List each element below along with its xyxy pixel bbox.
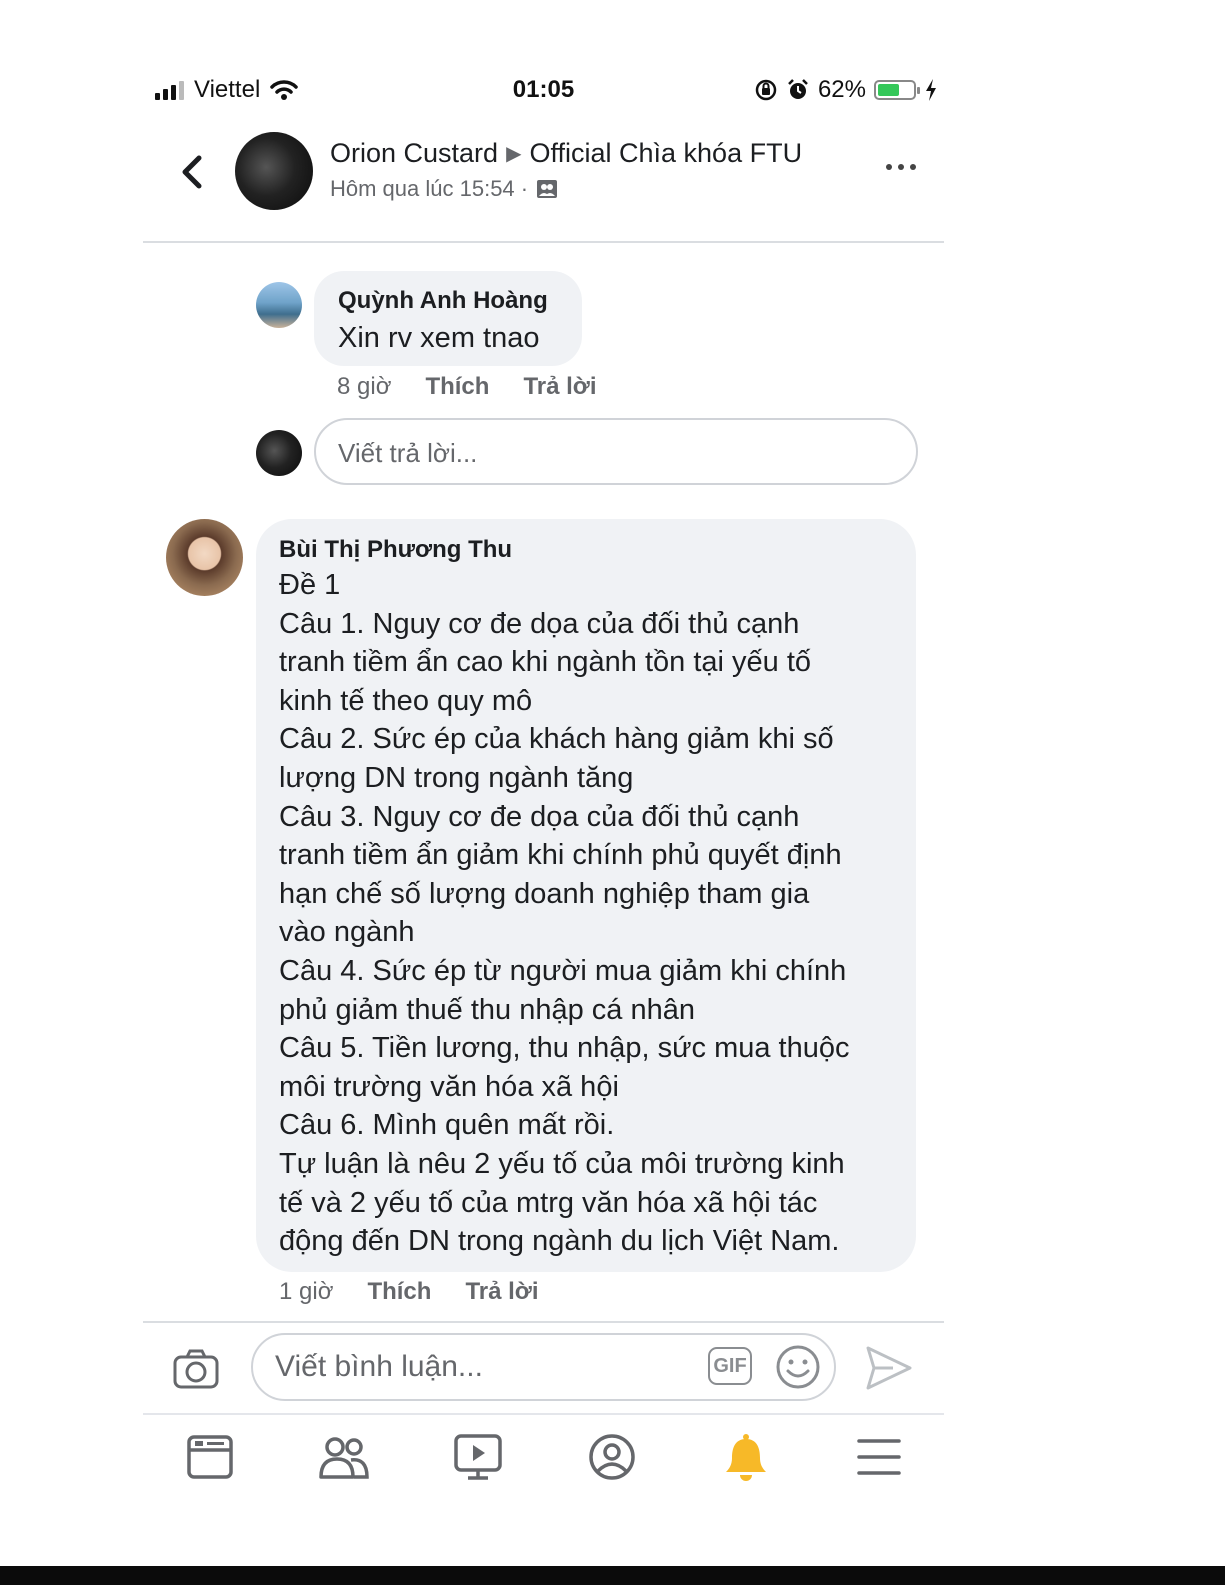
post-header: Orion Custard ▶ Official Chìa khóa FTU Hôm…	[143, 130, 944, 243]
comment-text: Đề 1 Câu 1. Nguy cơ đe dọa của đối thủ c…	[279, 569, 850, 1258]
tab-bar	[143, 1413, 944, 1503]
commenter-avatar[interactable]	[166, 519, 243, 596]
profile-icon	[589, 1434, 635, 1480]
author-avatar[interactable]	[235, 132, 313, 210]
comment-input[interactable]: Viết bình luận... GIF	[251, 1333, 836, 1401]
notifications-icon	[726, 1434, 766, 1481]
comment-time: 1 giờ	[279, 1278, 334, 1305]
comment-bubble: Quỳnh Anh Hoàng Xin rv xem tnao	[314, 271, 582, 366]
post-title: Orion Custard ▶ Official Chìa khóa FTU	[330, 138, 802, 169]
like-button[interactable]: Thích	[367, 1278, 431, 1306]
tab-news-feed[interactable]	[180, 1427, 240, 1487]
reply-button[interactable]: Trả lời	[523, 373, 596, 401]
battery-percent: 62%	[817, 76, 866, 103]
current-user-avatar	[256, 430, 302, 476]
charging-icon	[926, 79, 936, 101]
reply-placeholder: Viết trả lời...	[338, 438, 478, 468]
tab-notifications[interactable]	[716, 1427, 776, 1487]
tab-menu[interactable]	[849, 1427, 909, 1487]
comment-author[interactable]: Bùi Thị Phương Thu	[279, 536, 512, 564]
friends-icon	[319, 1437, 369, 1479]
emoji-icon[interactable]	[775, 1344, 821, 1390]
watch-icon	[454, 1434, 502, 1480]
tab-watch[interactable]	[448, 1427, 508, 1487]
menu-icon	[857, 1439, 901, 1475]
comment-text: Xin rv xem tnao	[338, 322, 540, 354]
group-icon	[537, 180, 558, 198]
like-button[interactable]: Thích	[425, 373, 489, 401]
triangle-right-icon: ▶	[506, 143, 522, 165]
battery-icon	[874, 80, 920, 100]
news-feed-icon	[187, 1435, 233, 1479]
group-name[interactable]: Official Chìa khóa FTU	[529, 138, 802, 168]
chevron-left-icon[interactable]	[173, 152, 213, 192]
reply-button[interactable]: Trả lời	[465, 1278, 538, 1306]
post-meta: Hôm qua lúc 15:54 ·	[330, 176, 558, 202]
gif-icon[interactable]: GIF	[708, 1347, 752, 1385]
bottom-edge	[0, 1566, 1225, 1585]
comment-bubble: Bùi Thị Phương Thu Đề 1 Câu 1. Nguy cơ đ…	[256, 519, 916, 1272]
commenter-avatar[interactable]	[256, 282, 302, 328]
comment-author[interactable]: Quỳnh Anh Hoàng	[338, 287, 548, 315]
comment-placeholder: Viết bình luận...	[275, 1350, 483, 1383]
comment-actions: 8 giờ Thích Trả lời	[337, 373, 597, 401]
alarm-icon	[788, 79, 808, 99]
author-name[interactable]: Orion Custard	[330, 138, 498, 168]
comment-time: 8 giờ	[337, 373, 392, 400]
comment-composer: Viết bình luận... GIF	[143, 1321, 944, 1415]
post-timestamp: Hôm qua lúc 15:54 ·	[330, 176, 529, 201]
tab-profile[interactable]	[582, 1427, 642, 1487]
send-icon[interactable]	[865, 1345, 913, 1391]
status-bar: Viettel 01:05 62%	[143, 72, 944, 112]
tab-friends[interactable]	[314, 1427, 374, 1487]
more-icon[interactable]	[886, 164, 916, 170]
rotation-lock-icon	[755, 79, 777, 101]
phone-screen: Viettel 01:05 62% Orion Custard ▶ Offici…	[143, 0, 944, 1585]
comment-actions: 1 giờ Thích Trả lời	[279, 1278, 539, 1306]
camera-icon[interactable]	[173, 1349, 219, 1389]
reply-input[interactable]: Viết trả lời...	[314, 418, 918, 485]
